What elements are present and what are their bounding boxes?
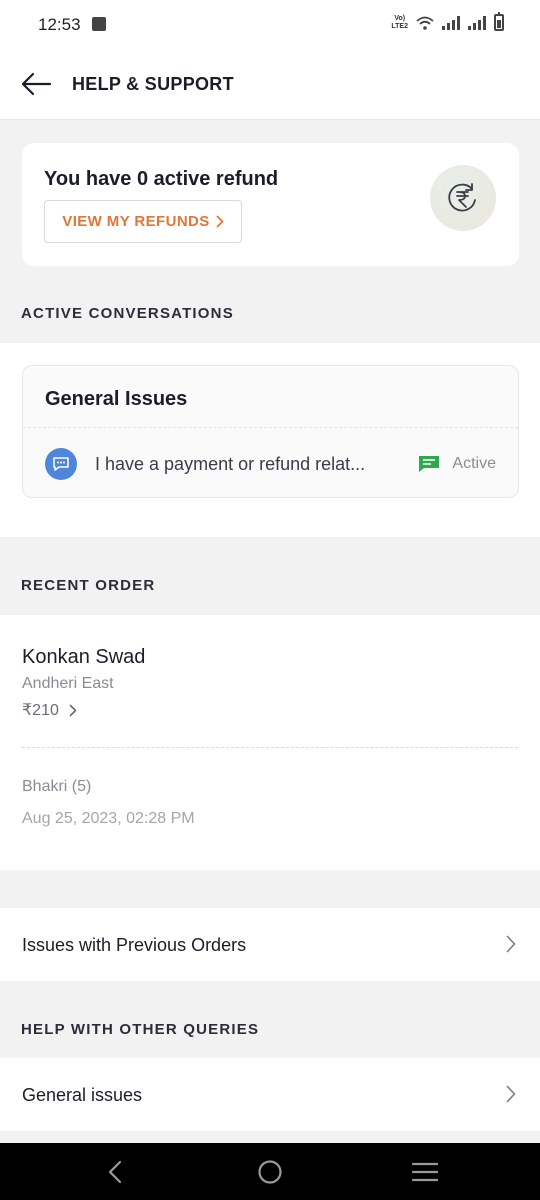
battery-icon <box>494 12 504 31</box>
conversation-text: I have a payment or refund relat... <box>95 454 366 474</box>
rupee-refresh-icon <box>430 165 496 231</box>
signal-icon <box>442 15 460 30</box>
nav-menu-icon[interactable] <box>410 1157 440 1187</box>
signal-icon-2 <box>468 15 486 30</box>
conversation-card: General Issues I have a payment or refun… <box>22 365 519 498</box>
nav-home-icon[interactable] <box>255 1157 285 1187</box>
conversation-row[interactable]: I have a payment or refund relat... Acti… <box>23 428 518 498</box>
active-conversations-label: ACTIVE CONVERSATIONS <box>21 305 234 322</box>
previous-orders-label: Issues with Previous Orders <box>22 935 247 955</box>
chevron-right-icon <box>69 704 77 716</box>
volte-icon: Vo) LTE2 <box>391 14 408 30</box>
status-bar: 12:53 Vo) LTE2 <box>0 0 540 48</box>
conversation-card-title: General Issues <box>45 388 188 410</box>
chevron-right-icon <box>506 935 516 953</box>
view-my-refunds-label: VIEW MY REFUNDS <box>62 213 210 230</box>
active-chat-icon <box>419 456 440 472</box>
recent-order-label: RECENT ORDER <box>21 577 156 594</box>
restaurant-area: Andheri East <box>22 675 114 692</box>
previous-orders-row[interactable]: Issues with Previous Orders <box>0 908 540 981</box>
recent-order-card[interactable]: Konkan Swad Andheri East ₹210 Bhakri (5)… <box>0 615 540 870</box>
other-queries-label: HELP WITH OTHER QUERIES <box>21 1021 260 1038</box>
chevron-right-icon <box>216 215 224 228</box>
status-icons: Vo) LTE2 <box>391 12 504 31</box>
restaurant-name: Konkan Swad <box>22 646 146 668</box>
order-date: Aug 25, 2023, 02:28 PM <box>22 810 195 827</box>
status-time: 12:53 <box>38 15 81 34</box>
view-my-refunds-button[interactable]: VIEW MY REFUNDS <box>44 200 242 243</box>
chat-bubble-icon <box>45 448 77 480</box>
order-price: ₹210 <box>22 702 59 719</box>
status-badge: Active <box>452 455 496 472</box>
app-header: HELP & SUPPORT <box>0 48 540 120</box>
general-issues-label: General issues <box>22 1085 143 1105</box>
nav-back-icon[interactable] <box>100 1157 130 1187</box>
chevron-right-icon <box>506 1085 516 1103</box>
arrow-left-icon[interactable] <box>20 70 52 98</box>
refund-card: You have 0 active refund VIEW MY REFUNDS <box>22 143 519 266</box>
wifi-icon <box>416 16 434 30</box>
conversation-status: Active <box>418 455 496 473</box>
page-title: HELP & SUPPORT <box>72 74 234 94</box>
active-conversations-section: General Issues I have a payment or refun… <box>0 343 540 537</box>
divider <box>22 747 518 748</box>
system-nav-bar <box>0 1143 540 1200</box>
general-issues-row[interactable]: General issues <box>0 1058 540 1131</box>
refund-title: You have 0 active refund <box>44 168 279 190</box>
order-price-link[interactable]: ₹210 <box>22 700 77 720</box>
order-items: Bhakri (5) <box>22 778 92 795</box>
notification-icon <box>92 17 106 31</box>
